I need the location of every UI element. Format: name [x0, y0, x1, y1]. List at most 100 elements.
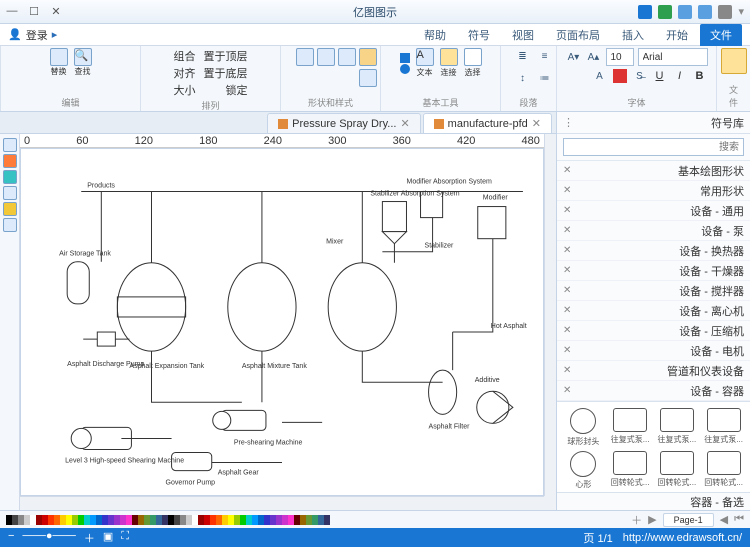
font-size-input[interactable] — [606, 48, 634, 66]
login-link[interactable]: 👤 登录 ▸ — [8, 27, 57, 43]
category-item[interactable]: 管道和仪表设备✕ — [557, 361, 750, 381]
category-item[interactable]: 设备 - 换热器✕ — [557, 241, 750, 261]
category-item[interactable]: 设备 - 压缩机✕ — [557, 321, 750, 341]
tab-home[interactable]: 开始 — [656, 24, 698, 46]
maximize-button[interactable]: ☐ — [28, 5, 40, 18]
select-tool-icon[interactable] — [464, 48, 482, 66]
shape-item[interactable]: 回转轮式... — [610, 451, 651, 490]
align-left-icon[interactable]: ≡ — [537, 48, 553, 64]
bold-button[interactable]: B — [692, 68, 708, 84]
italic-button[interactable]: I — [672, 68, 688, 84]
comments-icon[interactable] — [3, 186, 17, 200]
panel-menu-icon[interactable]: ⋮ — [563, 116, 574, 129]
category-item[interactable]: 设备 - 电机✕ — [557, 341, 750, 361]
bullets-icon[interactable]: ≔ — [537, 70, 553, 86]
vertical-scrollbar[interactable] — [544, 134, 556, 496]
category-item[interactable]: 基本绘图形状✕ — [557, 161, 750, 181]
close-icon[interactable]: ✕ — [563, 385, 571, 396]
tab-file[interactable]: 文件 — [700, 24, 742, 46]
bring-front-button[interactable]: 置于顶层 — [204, 48, 248, 64]
close-icon[interactable]: ✕ — [563, 265, 571, 276]
close-button[interactable]: ✕ — [50, 5, 62, 18]
quickstyle-icon[interactable] — [296, 48, 314, 66]
tab-layout[interactable]: 页面布局 — [546, 24, 610, 46]
replace-icon[interactable] — [50, 48, 68, 66]
shape-circle-icon[interactable] — [400, 64, 410, 74]
color-swatch[interactable] — [324, 515, 330, 525]
shape-item[interactable]: 球形封头 — [563, 408, 604, 447]
doc-tab[interactable]: Pressure Spray Dry...✕ — [267, 113, 421, 133]
horizontal-scrollbar[interactable] — [20, 496, 544, 510]
close-icon[interactable]: ✕ — [563, 345, 571, 356]
close-icon[interactable]: ✕ — [563, 285, 571, 296]
fit-page-icon[interactable]: ▣ — [103, 530, 113, 546]
shape-item[interactable]: 回转轮式... — [703, 451, 744, 490]
category-item[interactable]: 常用形状✕ — [557, 181, 750, 201]
close-icon[interactable]: ✕ — [563, 305, 571, 316]
category-item[interactable]: 设备 - 干燥器✕ — [557, 261, 750, 281]
shape-item[interactable]: 回转轮式... — [657, 451, 698, 490]
zoom-slider[interactable]: ───●─── — [22, 530, 75, 546]
theme-icon[interactable] — [359, 69, 377, 87]
search-input[interactable] — [563, 138, 744, 156]
font-color-button[interactable] — [612, 68, 628, 84]
drawing-canvas[interactable]: Products Modifier Modifier Absorption Sy… — [20, 148, 544, 496]
fullscreen-icon[interactable]: ⛶ — [121, 530, 129, 546]
lock-button[interactable]: 锁定 — [204, 82, 248, 98]
close-icon[interactable]: ✕ — [532, 117, 541, 130]
export-icon[interactable] — [3, 218, 17, 232]
page-nav-first-icon[interactable]: ⏮ — [734, 513, 744, 526]
category-item[interactable]: 设备 - 通用✕ — [557, 201, 750, 221]
send-back-button[interactable]: 置于底层 — [204, 65, 248, 81]
style-icon[interactable] — [3, 170, 17, 184]
align-center-icon[interactable]: ≣ — [515, 48, 531, 64]
underline-button[interactable]: U — [652, 68, 668, 84]
shape-rect-icon[interactable] — [400, 53, 410, 63]
layers-icon[interactable] — [3, 138, 17, 152]
zoom-out-icon[interactable]: − — [8, 530, 14, 546]
shape-item[interactable]: 心形 — [563, 451, 604, 490]
align-button[interactable]: 对齐 — [174, 65, 196, 81]
close-icon[interactable]: ✕ — [563, 165, 571, 176]
font-shrink-icon[interactable]: A▾ — [566, 49, 582, 65]
minimize-button[interactable]: — — [6, 5, 18, 18]
close-icon[interactable]: ✕ — [563, 365, 571, 376]
color-palette[interactable] — [6, 515, 330, 525]
category-item[interactable]: 设备 - 容器✕ — [557, 381, 750, 401]
shape-item[interactable]: 往复式泵... — [610, 408, 651, 447]
add-page-icon[interactable]: ＋ — [631, 512, 642, 528]
close-icon[interactable]: ✕ — [563, 325, 571, 336]
font-grow-icon[interactable]: A▴ — [586, 49, 602, 65]
page-nav-prev-icon[interactable]: ◀ — [720, 513, 728, 526]
category-item[interactable]: 设备 - 离心机✕ — [557, 301, 750, 321]
close-icon[interactable]: ✕ — [400, 117, 409, 130]
connector-tool-icon[interactable] — [440, 48, 458, 66]
fill-icon[interactable] — [359, 48, 377, 66]
paste-icon[interactable] — [721, 48, 747, 74]
doc-tab[interactable]: manufacture-pfd✕ — [423, 113, 552, 133]
line-spacing-icon[interactable]: ↕ — [515, 70, 531, 86]
close-icon[interactable]: ✕ — [563, 205, 571, 216]
size-button[interactable]: 大小 — [174, 82, 196, 98]
shape-item[interactable]: 往复式泵... — [657, 408, 698, 447]
text-tool-icon[interactable]: A — [416, 48, 434, 66]
shadow-icon[interactable] — [317, 48, 335, 66]
tab-insert[interactable]: 插入 — [612, 24, 654, 46]
category-item[interactable]: 设备 - 搅拌器✕ — [557, 281, 750, 301]
highlight-button[interactable]: A — [592, 68, 608, 84]
line-icon[interactable] — [338, 48, 356, 66]
tab-help[interactable]: 帮助 — [414, 24, 456, 46]
shape-item[interactable]: 往复式泵... — [703, 408, 744, 447]
category-item[interactable]: 设备 - 泵✕ — [557, 221, 750, 241]
group-button[interactable]: 组合 — [174, 48, 196, 64]
theme-icon[interactable] — [3, 154, 17, 168]
page-nav-next-icon[interactable]: ▶ — [648, 513, 656, 526]
tab-view[interactable]: 视图 — [502, 24, 544, 46]
find-icon[interactable]: 🔍 — [74, 48, 92, 66]
close-icon[interactable]: ✕ — [563, 225, 571, 236]
history-icon[interactable] — [3, 202, 17, 216]
strike-button[interactable]: S̶ — [632, 68, 648, 84]
save-icon[interactable] — [658, 5, 672, 19]
zoom-in-icon[interactable]: ＋ — [84, 530, 95, 546]
close-icon[interactable]: ✕ — [563, 245, 571, 256]
